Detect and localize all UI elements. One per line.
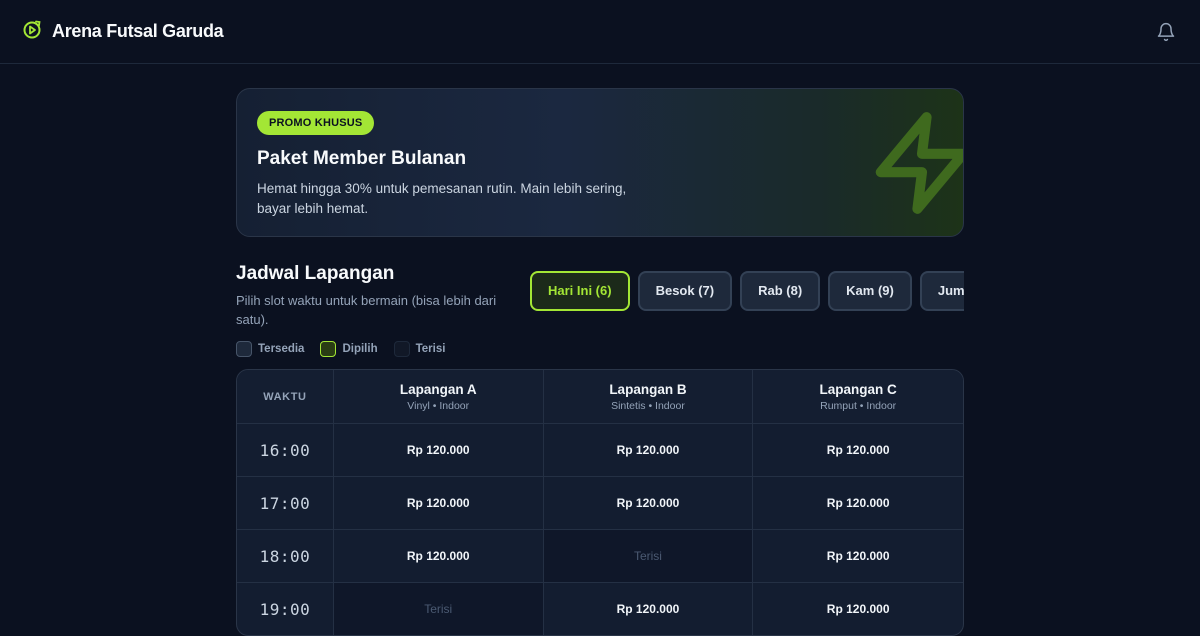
time-row-1700: 17:00 Rp 120.000 Rp 120.000 Rp 120.000 (237, 476, 963, 529)
day-tab-wed[interactable]: Rab (8) (740, 271, 821, 311)
main-content: PROMO KHUSUS Paket Member Bulanan Hemat … (236, 88, 964, 636)
lightning-icon (875, 112, 963, 214)
time-text: 19:00 (259, 599, 311, 619)
slot-cell[interactable]: Rp 120.000 (332, 477, 543, 529)
legend-booked: Terisi (393, 341, 446, 357)
day-tab-thu[interactable]: Kam (9) (828, 271, 912, 311)
court-header-a: Lapangan A Vinyl • Indoor (332, 370, 543, 423)
day-selector[interactable]: Hari Ini (6) Besok (7) Rab (8) Kam (9) Jum (530, 271, 964, 313)
legend-selected: Dipilih (320, 341, 378, 357)
legend-booked-label: Terisi (415, 343, 446, 355)
slot-cell[interactable]: Rp 120.000 (752, 530, 963, 582)
time-row-1900: 19:00 Terisi Rp 120.000 Rp 120.000 (237, 582, 963, 635)
time-column-header: WAKTU (237, 370, 333, 423)
promo-text: Hemat hingga 30% untuk pemesanan rutin. … (257, 181, 627, 216)
time-row-1800: 18:00 Rp 120.000 Terisi Rp 120.000 (237, 529, 963, 582)
legend: Tersedia Dipilih Terisi (236, 341, 964, 357)
promo-banner[interactable]: PROMO KHUSUS Paket Member Bulanan Hemat … (236, 88, 964, 237)
slot-cell[interactable]: Rp 120.000 (332, 424, 543, 476)
court-header-b: Lapangan B Sintetis • Indoor (542, 370, 753, 423)
slot-cell[interactable]: Rp 120.000 (332, 530, 543, 582)
day-tab-today[interactable]: Hari Ini (6) (530, 271, 630, 311)
time-text: 16:00 (259, 440, 311, 460)
schedule-grid: WAKTU Lapangan A Vinyl • Indoor Lapangan… (236, 369, 964, 636)
slot-cell[interactable]: Rp 120.000 (752, 424, 963, 476)
court-header-c: Lapangan C Rumput • Indoor (752, 370, 963, 423)
legend-available-label: Tersedia (258, 343, 305, 355)
available-swatch (236, 341, 252, 357)
promo-title: Paket Member Bulanan (257, 148, 467, 169)
time-text: 18:00 (259, 546, 311, 566)
slot-cell-booked: Terisi (332, 583, 543, 635)
court-meta: Rumput • Indoor (820, 399, 897, 412)
notification-bell-icon[interactable] (1154, 20, 1178, 44)
slot-cell[interactable]: Rp 120.000 (542, 477, 753, 529)
time-label: 16:00 (237, 424, 333, 476)
logo-icon (22, 19, 42, 44)
selected-swatch (320, 341, 337, 357)
court-meta: Vinyl • Indoor (407, 399, 470, 412)
app-title: Arena Futsal Garuda (52, 21, 224, 41)
schedule-header: Jadwal Lapangan Pilih slot waktu untuk b… (236, 263, 964, 327)
slot-cell-booked: Terisi (542, 530, 753, 582)
grid-header-row: WAKTU Lapangan A Vinyl • Indoor Lapangan… (237, 370, 963, 423)
time-label: 17:00 (237, 477, 333, 529)
court-name: Lapangan A (399, 381, 477, 397)
slot-cell[interactable]: Rp 120.000 (542, 583, 753, 635)
court-meta: Sintetis • Indoor (611, 399, 685, 412)
legend-available: Tersedia (236, 341, 304, 357)
promo-badge: PROMO KHUSUS (257, 111, 375, 135)
day-tab-fri[interactable]: Jum (919, 271, 964, 311)
day-tab-tomorrow[interactable]: Besok (7) (637, 271, 733, 311)
time-row-1600: 16:00 Rp 120.000 Rp 120.000 Rp 120.000 (237, 423, 963, 476)
slot-cell[interactable]: Rp 120.000 (752, 583, 963, 635)
booked-swatch (393, 341, 410, 357)
court-name: Lapangan C (819, 381, 897, 397)
legend-selected-label: Dipilih (342, 343, 378, 355)
brand[interactable]: Arena Futsal Garuda (22, 19, 224, 44)
slot-cell[interactable]: Rp 120.000 (542, 424, 753, 476)
time-header-label: WAKTU (263, 390, 307, 403)
schedule-subtitle: Pilih slot waktu untuk bermain (bisa leb… (236, 293, 497, 327)
time-label: 18:00 (237, 530, 333, 582)
time-text: 17:00 (259, 493, 311, 513)
court-name: Lapangan B (609, 381, 687, 397)
top-bar: Arena Futsal Garuda (0, 0, 1200, 64)
slot-cell[interactable]: Rp 120.000 (752, 477, 963, 529)
time-label: 19:00 (237, 583, 333, 635)
